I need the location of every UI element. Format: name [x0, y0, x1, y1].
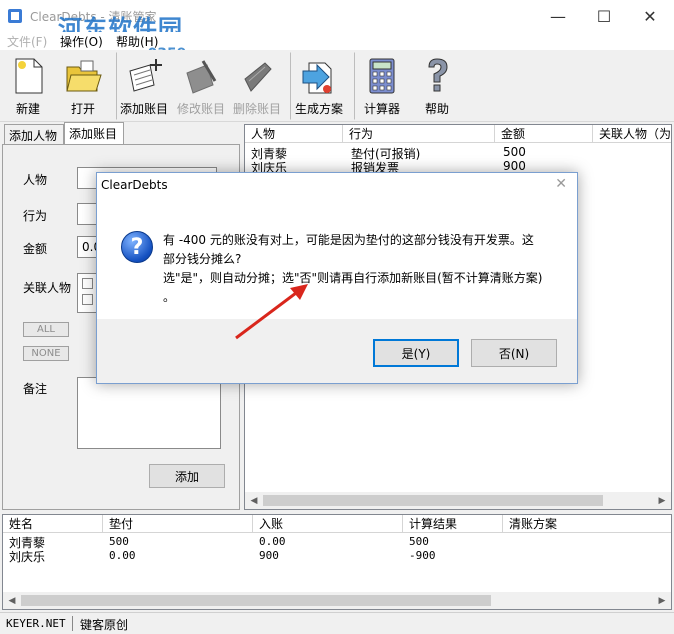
- person-label: 人物: [23, 173, 48, 187]
- status-author: 键客原创: [80, 618, 129, 632]
- entries-hscrollbar[interactable]: ◀ ▶: [245, 492, 671, 509]
- summary-result: -900: [409, 549, 436, 562]
- entries-col-amount[interactable]: 金额: [495, 125, 593, 143]
- delete-entry-icon: [244, 62, 272, 92]
- scroll-left-arrow[interactable]: ◀: [247, 494, 261, 507]
- menu-file[interactable]: 文件(F): [7, 33, 47, 50]
- dialog-footer: 是(Y) 否(N): [97, 319, 577, 383]
- new-file-icon: [15, 58, 43, 94]
- summary-col-advance[interactable]: 垫付: [103, 515, 253, 533]
- app-icon: [8, 9, 22, 23]
- entries-header: 人物 行为 金额 关联人物（为: [245, 125, 671, 143]
- summary-income: 0.00: [259, 535, 286, 548]
- related-person-label: 关联人物: [23, 281, 72, 295]
- entry-amount: 900: [503, 159, 526, 173]
- help-button-label: 帮助: [424, 102, 449, 116]
- title-bar: ClearDebts - 清账管家 河东软件园 — ☐ ✕: [0, 0, 674, 43]
- dialog-message-line: 选"是"，则自动分摊；选"否"则请再自行添加新账目(暂不计算清账方案): [163, 271, 543, 285]
- entries-col-related[interactable]: 关联人物（为: [593, 125, 673, 143]
- related-person-checkbox[interactable]: [82, 278, 93, 289]
- summary-col-name[interactable]: 姓名: [3, 515, 103, 533]
- dialog-message-line: 部分钱分摊么?: [163, 252, 242, 266]
- no-button[interactable]: 否(N): [471, 339, 557, 367]
- new-button[interactable]: 新建: [4, 52, 52, 120]
- table-row[interactable]: 刘青藜 500 0.00 500: [3, 534, 671, 550]
- add-entry-button[interactable]: 添加账目: [116, 52, 172, 120]
- scroll-thumb[interactable]: [263, 495, 603, 506]
- summary-result: 500: [409, 535, 429, 548]
- new-button-label: 新建: [15, 102, 40, 116]
- calculator-icon: [369, 58, 395, 94]
- scroll-thumb[interactable]: [21, 595, 491, 606]
- action-label: 行为: [23, 209, 48, 223]
- maximize-button[interactable]: ☐: [581, 0, 627, 32]
- scroll-right-arrow[interactable]: ▶: [655, 494, 669, 507]
- related-person-checkbox[interactable]: [82, 294, 93, 305]
- entries-col-person[interactable]: 人物: [245, 125, 343, 143]
- minimize-button[interactable]: —: [535, 0, 581, 32]
- open-folder-icon: [66, 60, 102, 92]
- status-site: KEYER.NET: [6, 617, 66, 630]
- status-divider: [72, 616, 73, 631]
- calculator-label: 计算器: [363, 102, 400, 116]
- tab-add-person[interactable]: 添加人物: [4, 124, 64, 144]
- confirm-dialog: ClearDebts ✕ ? 有 -400 元的账没有对上，可能是因为垫付的这部…: [96, 172, 578, 384]
- add-entry-icon: [129, 59, 162, 92]
- note-label: 备注: [23, 382, 48, 396]
- amount-label: 金额: [23, 242, 48, 256]
- generate-plan-button[interactable]: 生成方案: [290, 52, 348, 120]
- edit-entry-label: 修改账目: [176, 102, 225, 116]
- calculator-button[interactable]: 计算器: [354, 52, 410, 120]
- dialog-close-button[interactable]: ✕: [555, 176, 567, 192]
- close-button[interactable]: ✕: [627, 0, 673, 32]
- summary-name: 刘庆乐: [9, 550, 46, 564]
- dialog-title: ClearDebts: [101, 178, 168, 192]
- dialog-message-line: 。: [163, 290, 176, 304]
- entry-amount: 500: [503, 145, 526, 159]
- scroll-left-arrow[interactable]: ◀: [5, 594, 19, 607]
- help-icon: [428, 58, 448, 92]
- edit-entry-button[interactable]: 修改账目: [174, 52, 228, 120]
- toolbar: 新建 打开 添加账目 修改账目 删除账目 生成方案 计算器 帮助: [0, 50, 674, 122]
- annotation-arrow: [235, 284, 308, 340]
- summary-col-plan[interactable]: 清账方案: [503, 515, 671, 533]
- delete-entry-label: 删除账目: [232, 102, 281, 116]
- delete-entry-button[interactable]: 删除账目: [230, 52, 284, 120]
- summary-income: 900: [259, 549, 279, 562]
- summary-advance: 500: [109, 535, 129, 548]
- edit-entry-icon: [186, 60, 217, 94]
- summary-advance: 0.00: [109, 549, 136, 562]
- generate-plan-icon: [302, 62, 332, 94]
- table-row[interactable]: 刘庆乐 0.00 900 -900: [3, 548, 671, 564]
- open-button[interactable]: 打开: [58, 52, 108, 120]
- note-textarea[interactable]: [77, 377, 221, 449]
- tab-add-entry[interactable]: 添加账目: [64, 122, 124, 145]
- status-bar: KEYER.NET 键客原创: [0, 612, 674, 634]
- entries-col-action[interactable]: 行为: [343, 125, 495, 143]
- summary-list[interactable]: 姓名 垫付 入账 计算结果 清账方案 刘青藜 500 0.00 500 刘庆乐 …: [2, 514, 672, 610]
- open-button-label: 打开: [70, 102, 95, 116]
- summary-hscrollbar[interactable]: ◀ ▶: [3, 592, 671, 609]
- select-all-button[interactable]: ALL: [23, 322, 69, 337]
- add-entry-label: 添加账目: [119, 102, 168, 116]
- dialog-message: 有 -400 元的账没有对上，可能是因为垫付的这部分钱没有开发票。这 部分钱分摊…: [163, 231, 563, 307]
- yes-button[interactable]: 是(Y): [373, 339, 459, 367]
- add-button[interactable]: 添加: [149, 464, 225, 488]
- summary-col-income[interactable]: 入账: [253, 515, 403, 533]
- help-button[interactable]: 帮助: [414, 52, 460, 120]
- scroll-right-arrow[interactable]: ▶: [655, 594, 669, 607]
- dialog-message-line: 有 -400 元的账没有对上，可能是因为垫付的这部分钱没有开发票。这: [163, 233, 534, 247]
- question-icon: ?: [121, 231, 153, 263]
- generate-plan-label: 生成方案: [294, 102, 343, 116]
- select-none-button[interactable]: NONE: [23, 346, 69, 361]
- summary-col-result[interactable]: 计算结果: [403, 515, 503, 533]
- summary-header: 姓名 垫付 入账 计算结果 清账方案: [3, 515, 671, 533]
